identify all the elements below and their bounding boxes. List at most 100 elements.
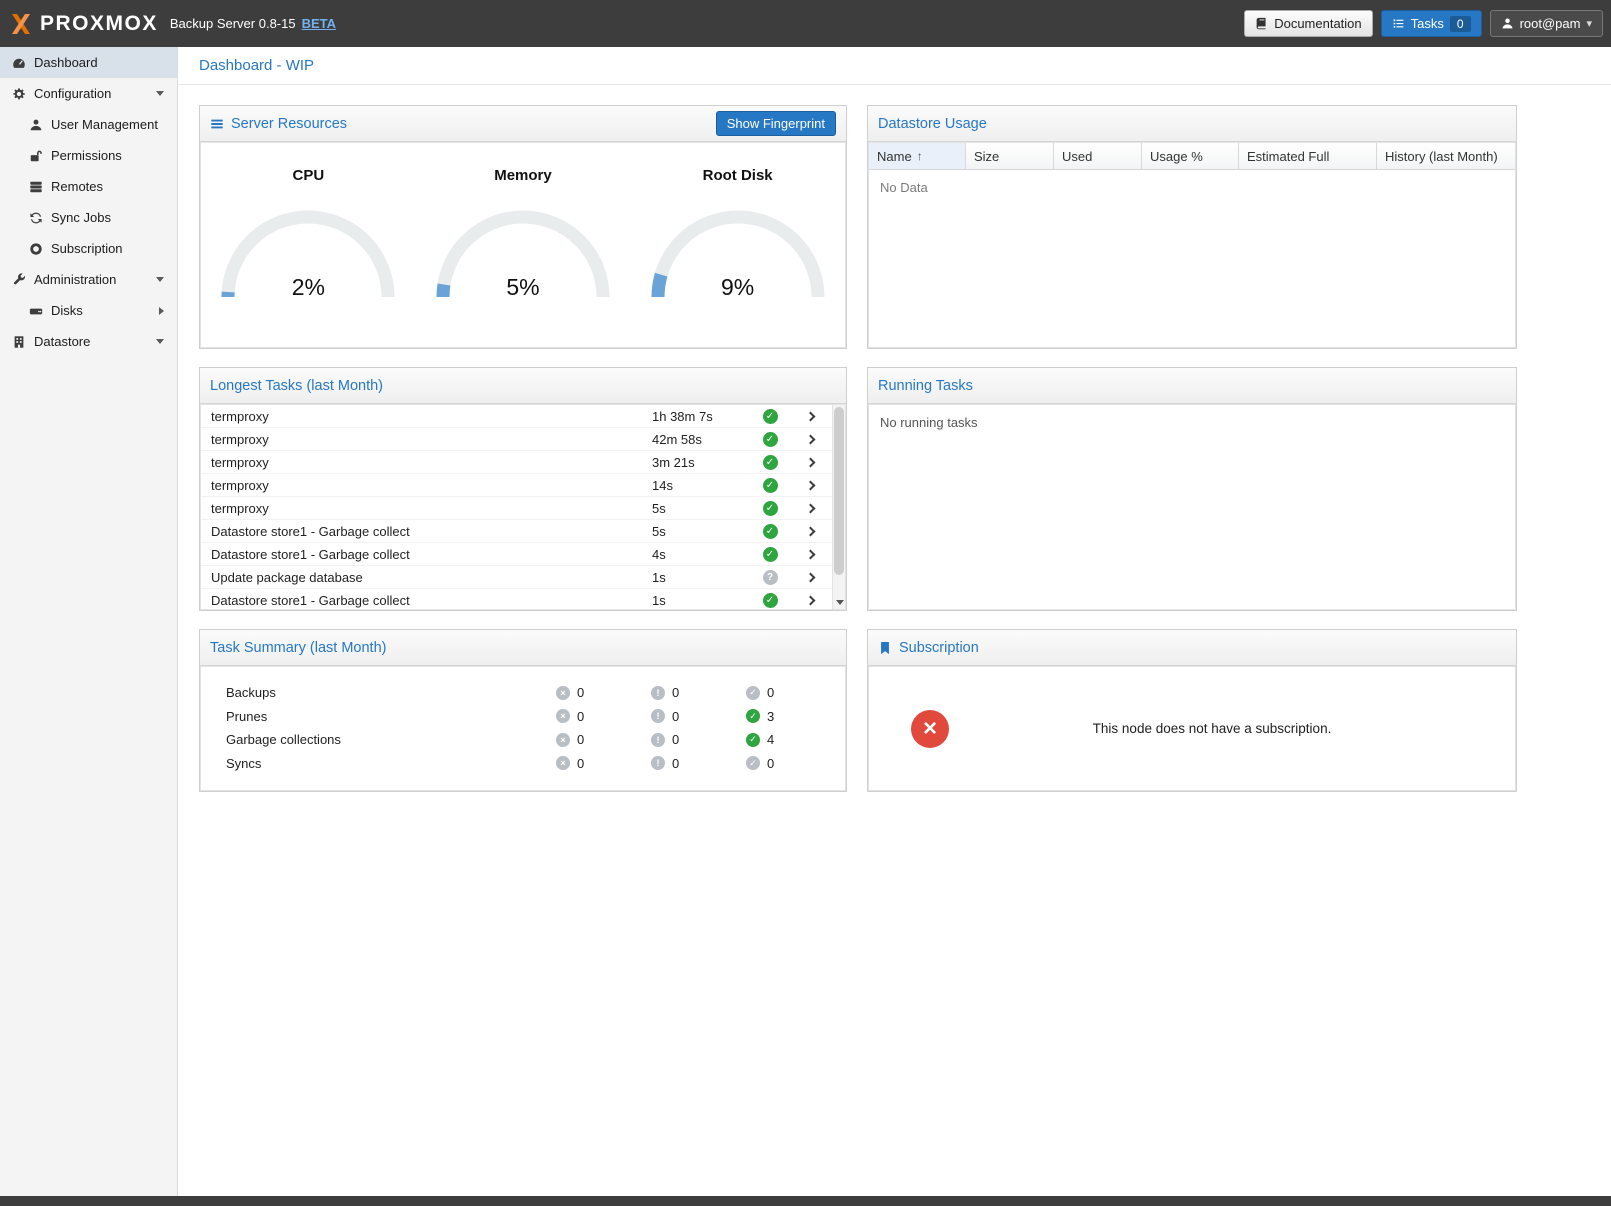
sort-asc-icon: ↑ bbox=[917, 149, 923, 163]
subscription-header: Subscription bbox=[868, 630, 1516, 666]
warning-count: 0 bbox=[672, 709, 679, 724]
chevron-down-icon bbox=[156, 277, 164, 282]
task-status-icon: ✓ bbox=[763, 593, 778, 608]
task-name: Datastore store1 - Garbage collect bbox=[211, 524, 652, 539]
column-header-size[interactable]: Size bbox=[966, 143, 1054, 169]
sidebar-item-dashboard[interactable]: Dashboard bbox=[0, 47, 177, 78]
warning-icon: ! bbox=[651, 756, 665, 770]
task-name: termproxy bbox=[211, 478, 652, 493]
gauge-root-disk: Root Disk 9% bbox=[643, 167, 833, 305]
column-header-estimated-full[interactable]: Estimated Full bbox=[1239, 143, 1377, 169]
column-header-name[interactable]: Name ↑ bbox=[869, 143, 966, 169]
task-status-icon: ? bbox=[763, 570, 778, 585]
logo-text: PROXMOX bbox=[40, 12, 158, 36]
chevron-right-icon[interactable] bbox=[807, 551, 814, 558]
user-icon bbox=[28, 118, 43, 132]
server-icon bbox=[28, 180, 43, 194]
summary-warnings: ! 0 bbox=[651, 709, 746, 724]
task-name: Update package database bbox=[211, 570, 652, 585]
task-row[interactable]: termproxy 42m 58s ✓ bbox=[201, 428, 832, 451]
summary-row: Prunes × 0 ! 0 ✓ 3 bbox=[201, 705, 845, 729]
sidebar-item-disks[interactable]: Disks bbox=[0, 295, 177, 326]
empty-state-text: No running tasks bbox=[869, 405, 1515, 440]
gauge-value: 9% bbox=[643, 274, 833, 301]
scrollbar-thumb[interactable] bbox=[834, 407, 844, 575]
chevron-right-icon[interactable] bbox=[807, 574, 814, 581]
sidebar-item-sync-jobs[interactable]: Sync Jobs bbox=[0, 202, 177, 233]
summary-ok: ✓ 0 bbox=[746, 756, 845, 771]
task-list-icon bbox=[1392, 17, 1405, 30]
summary-errors: × 0 bbox=[556, 685, 651, 700]
chevron-down-icon bbox=[156, 91, 164, 96]
summary-ok: ✓ 4 bbox=[746, 732, 845, 747]
bars-icon bbox=[210, 117, 224, 131]
task-row[interactable]: termproxy 3m 21s ✓ bbox=[201, 451, 832, 474]
longest-tasks-header: Longest Tasks (last Month) bbox=[200, 368, 846, 404]
beta-link[interactable]: BETA bbox=[302, 16, 336, 31]
sidebar-item-datastore[interactable]: Datastore bbox=[0, 326, 177, 357]
panel-subscription: Subscription × This node does not have a… bbox=[867, 629, 1517, 792]
sidebar-item-label: User Management bbox=[51, 117, 158, 132]
wrench-icon bbox=[11, 273, 26, 287]
task-duration: 4s bbox=[652, 547, 752, 562]
task-name: termproxy bbox=[211, 432, 652, 447]
task-status-icon: ✓ bbox=[763, 409, 778, 424]
task-row[interactable]: Datastore store1 - Garbage collect 5s ✓ bbox=[201, 520, 832, 543]
task-row[interactable]: Datastore store1 - Garbage collect 4s ✓ bbox=[201, 543, 832, 566]
task-row[interactable]: termproxy 1h 38m 7s ✓ bbox=[201, 405, 832, 428]
summary-errors: × 0 bbox=[556, 756, 651, 771]
ok-count: 0 bbox=[767, 756, 774, 771]
panel-title: Datastore Usage bbox=[878, 116, 987, 132]
task-status-icon: ✓ bbox=[763, 478, 778, 493]
chevron-right-icon[interactable] bbox=[807, 597, 814, 604]
user-menu-button[interactable]: root@pam ▾ bbox=[1490, 10, 1603, 37]
summary-errors: × 0 bbox=[556, 732, 651, 747]
scroll-down-button[interactable] bbox=[833, 595, 846, 609]
chevron-right-icon[interactable] bbox=[807, 413, 814, 420]
task-row[interactable]: termproxy 14s ✓ bbox=[201, 474, 832, 497]
error-icon: × bbox=[556, 686, 570, 700]
sidebar-item-configuration[interactable]: Configuration bbox=[0, 78, 177, 109]
show-fingerprint-button[interactable]: Show Fingerprint bbox=[716, 111, 836, 136]
column-header-history[interactable]: History (last Month) bbox=[1377, 143, 1515, 169]
datastore-usage-header: Datastore Usage bbox=[868, 106, 1516, 142]
panel-title: Task Summary (last Month) bbox=[210, 640, 386, 656]
longest-tasks-body: termproxy 1h 38m 7s ✓ termproxy 42m 58s … bbox=[200, 404, 846, 610]
chevron-right-icon[interactable] bbox=[807, 436, 814, 443]
gauge-value: 5% bbox=[428, 274, 618, 301]
chevron-right-icon[interactable] bbox=[807, 505, 814, 512]
sidebar-item-administration[interactable]: Administration bbox=[0, 264, 177, 295]
task-row[interactable]: Update package database 1s ? bbox=[201, 566, 832, 589]
scrollbar[interactable] bbox=[832, 405, 845, 609]
no-subscription-icon: × bbox=[911, 710, 949, 748]
sidebar-item-remotes[interactable]: Remotes bbox=[0, 171, 177, 202]
bottom-bar bbox=[0, 1196, 1611, 1206]
error-icon: × bbox=[556, 733, 570, 747]
tasks-button[interactable]: Tasks 0 bbox=[1381, 10, 1482, 37]
sidebar: Dashboard Configuration User Management … bbox=[0, 47, 178, 1196]
empty-state-text: No Data bbox=[869, 170, 1515, 205]
summary-ok: ✓ 0 bbox=[746, 685, 845, 700]
sidebar-item-permissions[interactable]: Permissions bbox=[0, 140, 177, 171]
column-header-usage-pct[interactable]: Usage % bbox=[1142, 143, 1239, 169]
running-tasks-body: No running tasks bbox=[868, 404, 1516, 610]
chevron-right-icon[interactable] bbox=[807, 482, 814, 489]
chevron-right-icon[interactable] bbox=[807, 459, 814, 466]
column-header-used[interactable]: Used bbox=[1054, 143, 1142, 169]
tasks-label: Tasks bbox=[1411, 16, 1444, 31]
running-tasks-header: Running Tasks bbox=[868, 368, 1516, 404]
chevron-right-icon[interactable] bbox=[807, 528, 814, 535]
task-summary-body: Backups × 0 ! 0 ✓ 0 bbox=[200, 666, 846, 791]
gauge-title: Memory bbox=[494, 167, 552, 184]
gear-icon bbox=[11, 87, 26, 101]
task-row[interactable]: Datastore store1 - Garbage collect 1s ✓ bbox=[201, 589, 832, 610]
proxmox-logo: PROXMOX bbox=[8, 11, 158, 37]
documentation-button[interactable]: Documentation bbox=[1244, 10, 1372, 37]
sidebar-item-subscription[interactable]: Subscription bbox=[0, 233, 177, 264]
task-row[interactable]: termproxy 5s ✓ bbox=[201, 497, 832, 520]
ok-icon: ✓ bbox=[746, 686, 760, 700]
chevron-right-icon bbox=[159, 307, 164, 315]
refresh-icon bbox=[28, 211, 43, 225]
sidebar-item-label: Dashboard bbox=[34, 55, 98, 70]
sidebar-item-user-management[interactable]: User Management bbox=[0, 109, 177, 140]
